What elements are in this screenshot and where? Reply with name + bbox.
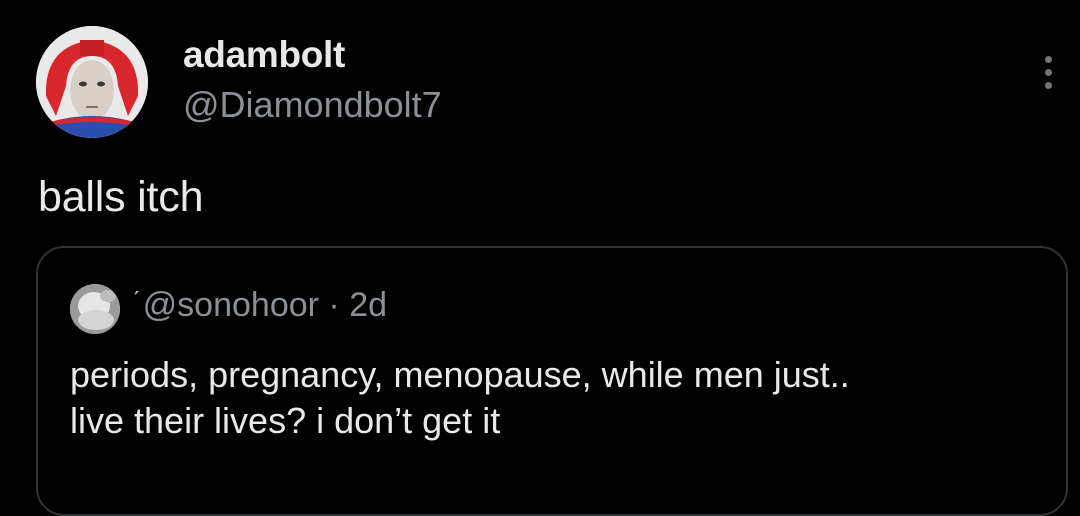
- avatar-image: [36, 26, 148, 138]
- quoted-handle[interactable]: @sonohoor: [143, 286, 319, 324]
- quoted-avatar[interactable]: [70, 284, 120, 334]
- quoted-meta: ˊ@sonohoor · 2d: [132, 286, 387, 325]
- verified-mark-icon: ˊ: [132, 286, 141, 316]
- more-dots-icon: [1044, 55, 1052, 63]
- quoted-timestamp[interactable]: 2d: [349, 286, 387, 324]
- display-name[interactable]: adambolt: [183, 34, 345, 76]
- more-options-button[interactable]: [1030, 50, 1066, 94]
- user-handle[interactable]: @Diamondbolt7: [183, 84, 442, 126]
- quoted-text-line: live their lives? i don’t get it: [70, 400, 501, 441]
- more-dots-icon: [1044, 81, 1052, 89]
- quoted-tweet-card[interactable]: ˊ@sonohoor · 2d periods, pregnancy, meno…: [36, 246, 1068, 516]
- tweet-text: balls itch: [38, 173, 204, 221]
- more-dots-icon: [1044, 68, 1052, 76]
- meta-separator: ·: [328, 286, 340, 324]
- avatar[interactable]: [36, 26, 148, 138]
- tweet: adambolt @Diamondbolt7 balls itch ˊ@sono…: [0, 0, 1080, 516]
- quoted-text-line: periods, pregnancy, menopause, while men…: [70, 354, 850, 395]
- quoted-avatar-image: [70, 284, 120, 334]
- quoted-tweet-text: periods, pregnancy, menopause, while men…: [70, 352, 1050, 444]
